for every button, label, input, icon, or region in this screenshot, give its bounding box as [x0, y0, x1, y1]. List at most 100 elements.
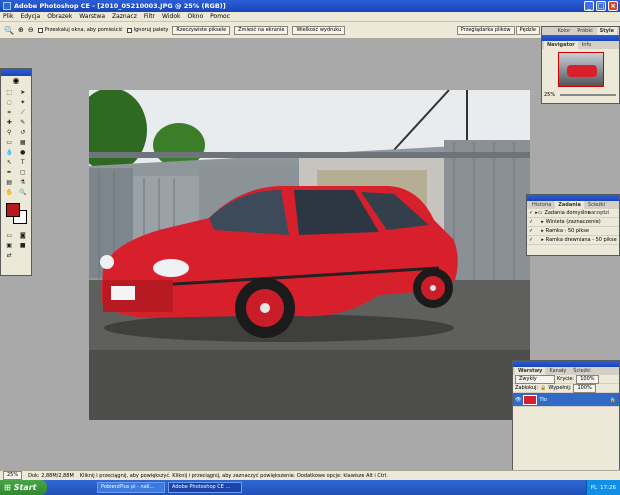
- tab-swatches[interactable]: Próbki: [574, 27, 595, 35]
- document-canvas[interactable]: [89, 90, 530, 420]
- notes-tool-icon[interactable]: ▤: [3, 178, 16, 187]
- fullscreen-mode-icon[interactable]: ■: [17, 241, 30, 250]
- expand-icon: ▸: [541, 219, 544, 225]
- menu-edycja[interactable]: Edycja: [20, 13, 40, 20]
- eraser-tool-icon[interactable]: ▭: [3, 138, 16, 147]
- navigator-zoom-slider[interactable]: [560, 93, 616, 96]
- path-select-icon[interactable]: ↖: [3, 158, 16, 167]
- menu-warstwa[interactable]: Warstwa: [79, 13, 105, 20]
- menu-filtr[interactable]: Filtr: [144, 13, 155, 20]
- toolbox: ◉ ⬚ ➤ ◌ ✦ ⌗ ⟋ ✚ ✎ ⚲ ↺ ▭ ▦ 💧 ● ↖ T ✒ ▢ ▤ …: [0, 68, 32, 276]
- lasso-tool-icon[interactable]: ◌: [3, 98, 16, 107]
- toolbox-header: [1, 69, 31, 76]
- zoom-tool-box-icon[interactable]: 🔍: [17, 188, 30, 197]
- language-indicator[interactable]: PL: [591, 485, 597, 491]
- menu-plik[interactable]: Plik: [3, 13, 13, 20]
- brush-tool-icon[interactable]: ✎: [17, 118, 30, 127]
- tab-navigator[interactable]: Navigator: [544, 41, 578, 49]
- marquee-tool-icon[interactable]: ⬚: [3, 88, 16, 97]
- navigator-thumbnail[interactable]: [557, 52, 604, 87]
- tab-info[interactable]: Info: [579, 41, 594, 49]
- gradient-tool-icon[interactable]: ▦: [17, 138, 30, 147]
- tab-brushes[interactable]: Pędzle: [515, 25, 540, 35]
- opacity-field[interactable]: 100%: [576, 374, 599, 384]
- color-swatches[interactable]: [4, 201, 28, 227]
- system-tray: PL 17:26: [585, 480, 620, 495]
- foreground-color-front: [6, 203, 20, 217]
- resize-windows-checkbox[interactable]: Przeskaluj okna, aby pomieścić: [37, 27, 123, 33]
- tab-tool-paths[interactable]: Ścieżki narzędzi: [585, 201, 619, 216]
- dodge-tool-icon[interactable]: ●: [17, 148, 30, 157]
- car-photo: [89, 90, 530, 420]
- navigator-panel: Kolor Próbki Style Navigator Info 25%: [541, 26, 620, 104]
- eyedropper-icon[interactable]: ⚗: [17, 178, 30, 187]
- history-brush-icon[interactable]: ↺: [17, 128, 30, 137]
- fill-field[interactable]: 100%: [573, 383, 596, 393]
- type-tool-icon[interactable]: T: [17, 158, 30, 167]
- slice-tool-icon[interactable]: ⟋: [17, 108, 30, 117]
- doc-size[interactable]: Dok: 2,88M/2,88M: [28, 473, 74, 479]
- minimize-button[interactable]: _: [584, 1, 594, 11]
- menu-zaznacz[interactable]: Zaznacz: [112, 13, 137, 20]
- tab-history[interactable]: Historia: [529, 201, 554, 209]
- check-icon: ✓: [529, 237, 534, 243]
- eye-icon[interactable]: 👁: [515, 397, 521, 403]
- navigator-zoom[interactable]: 25%: [544, 92, 555, 98]
- folder-icon: ▸▭: [535, 210, 543, 216]
- check-icon: ✓: [529, 210, 534, 216]
- screen-mode-icon[interactable]: ▣: [3, 241, 16, 250]
- zoom-out-icon[interactable]: ⊖: [28, 26, 34, 34]
- menu-okno[interactable]: Okno: [187, 13, 203, 20]
- lock-icon[interactable]: 🔒: [540, 385, 546, 391]
- task-browser[interactable]: PobierzPlus pl - nali...: [97, 482, 165, 493]
- menu-widok[interactable]: Widok: [162, 13, 180, 20]
- quickmask-mode-icon[interactable]: ◙: [17, 231, 30, 240]
- tab-file-browser[interactable]: Przeglądarka plików: [456, 25, 515, 35]
- tab-actions[interactable]: Zadania: [555, 201, 584, 209]
- action-row[interactable]: ✓ ▸ Winieta (zaznaczenie): [527, 218, 619, 227]
- menu-obrazek[interactable]: Obrazek: [47, 13, 72, 20]
- layer-row-background[interactable]: 👁 Tło 🔒: [513, 393, 619, 407]
- imageready-icon[interactable]: ⇄: [3, 251, 16, 260]
- task-photoshop[interactable]: Adobe Photoshop CE ...: [168, 482, 242, 493]
- tab-styles[interactable]: Style: [596, 27, 617, 35]
- actions-panel: Historia Zadania Ścieżki narzędzi ✓ ▸▭ Zad…: [526, 194, 620, 256]
- healing-tool-icon[interactable]: ✚: [3, 118, 16, 127]
- window-title: Adobe Photoshop CE - [2010_05210003.JPG …: [14, 2, 226, 10]
- status-bar: 25% Dok: 2,88M/2,88M Kliknij i przeciągn…: [0, 470, 620, 480]
- action-row[interactable]: ✓ ▸ Ramka - 50 pikse: [527, 227, 619, 236]
- title-bar: Adobe Photoshop CE - [2010_05210003.JPG …: [0, 0, 620, 12]
- standard-mode-icon[interactable]: ▭: [3, 231, 16, 240]
- print-size-button[interactable]: Wielkość wydruku: [292, 25, 346, 35]
- stamp-tool-icon[interactable]: ⚲: [3, 128, 16, 137]
- zoom-tool-icon[interactable]: 🔍: [4, 26, 14, 35]
- expand-icon: ▸: [541, 228, 544, 234]
- magic-wand-icon[interactable]: ✦: [17, 98, 30, 107]
- fit-on-screen-button[interactable]: Zmieść na ekranie: [234, 25, 289, 35]
- status-hint: Kliknij i przeciągnij, aby powiększyć. K…: [79, 472, 388, 479]
- blur-tool-icon[interactable]: 💧: [3, 148, 16, 157]
- photoshop-eye-icon[interactable]: ◉: [1, 76, 31, 86]
- menu-bar: Plik Edycja Obrazek Warstwa Zaznacz Filt…: [0, 12, 620, 22]
- zoom-in-icon[interactable]: ⊕: [18, 26, 24, 34]
- blend-mode-select[interactable]: Zwykły: [515, 374, 555, 384]
- crop-tool-icon[interactable]: ⌗: [3, 108, 16, 117]
- actual-pixels-button[interactable]: Rzeczywiste piksele: [172, 25, 231, 35]
- shape-tool-icon[interactable]: ▢: [17, 168, 30, 177]
- ignore-palettes-checkbox[interactable]: Ignoruj palety: [126, 27, 168, 33]
- start-button[interactable]: ⊞ Start: [0, 480, 47, 495]
- move-tool-icon[interactable]: ➤: [17, 88, 30, 97]
- tab-color[interactable]: Kolor: [555, 27, 574, 35]
- check-icon: ✓: [529, 228, 534, 234]
- menu-pomoc[interactable]: Pomoc: [210, 13, 230, 20]
- taskbar: ⊞ Start PobierzPlus pl - nali... Adobe P…: [0, 480, 620, 495]
- clock: 17:26: [600, 484, 616, 491]
- status-zoom[interactable]: 25%: [3, 471, 23, 480]
- hand-tool-icon[interactable]: ✋: [3, 188, 16, 197]
- windows-logo-icon: ⊞: [4, 483, 11, 492]
- maximize-button[interactable]: □: [596, 1, 606, 11]
- layers-panel: Warstwy Kanały Ścieżki Zwykły Krycie: 10…: [512, 360, 620, 480]
- close-button[interactable]: ×: [608, 1, 618, 11]
- pen-tool-icon[interactable]: ✒: [3, 168, 16, 177]
- action-row[interactable]: ✓ ▸ Ramka drewniana - 50 pikse: [527, 236, 619, 245]
